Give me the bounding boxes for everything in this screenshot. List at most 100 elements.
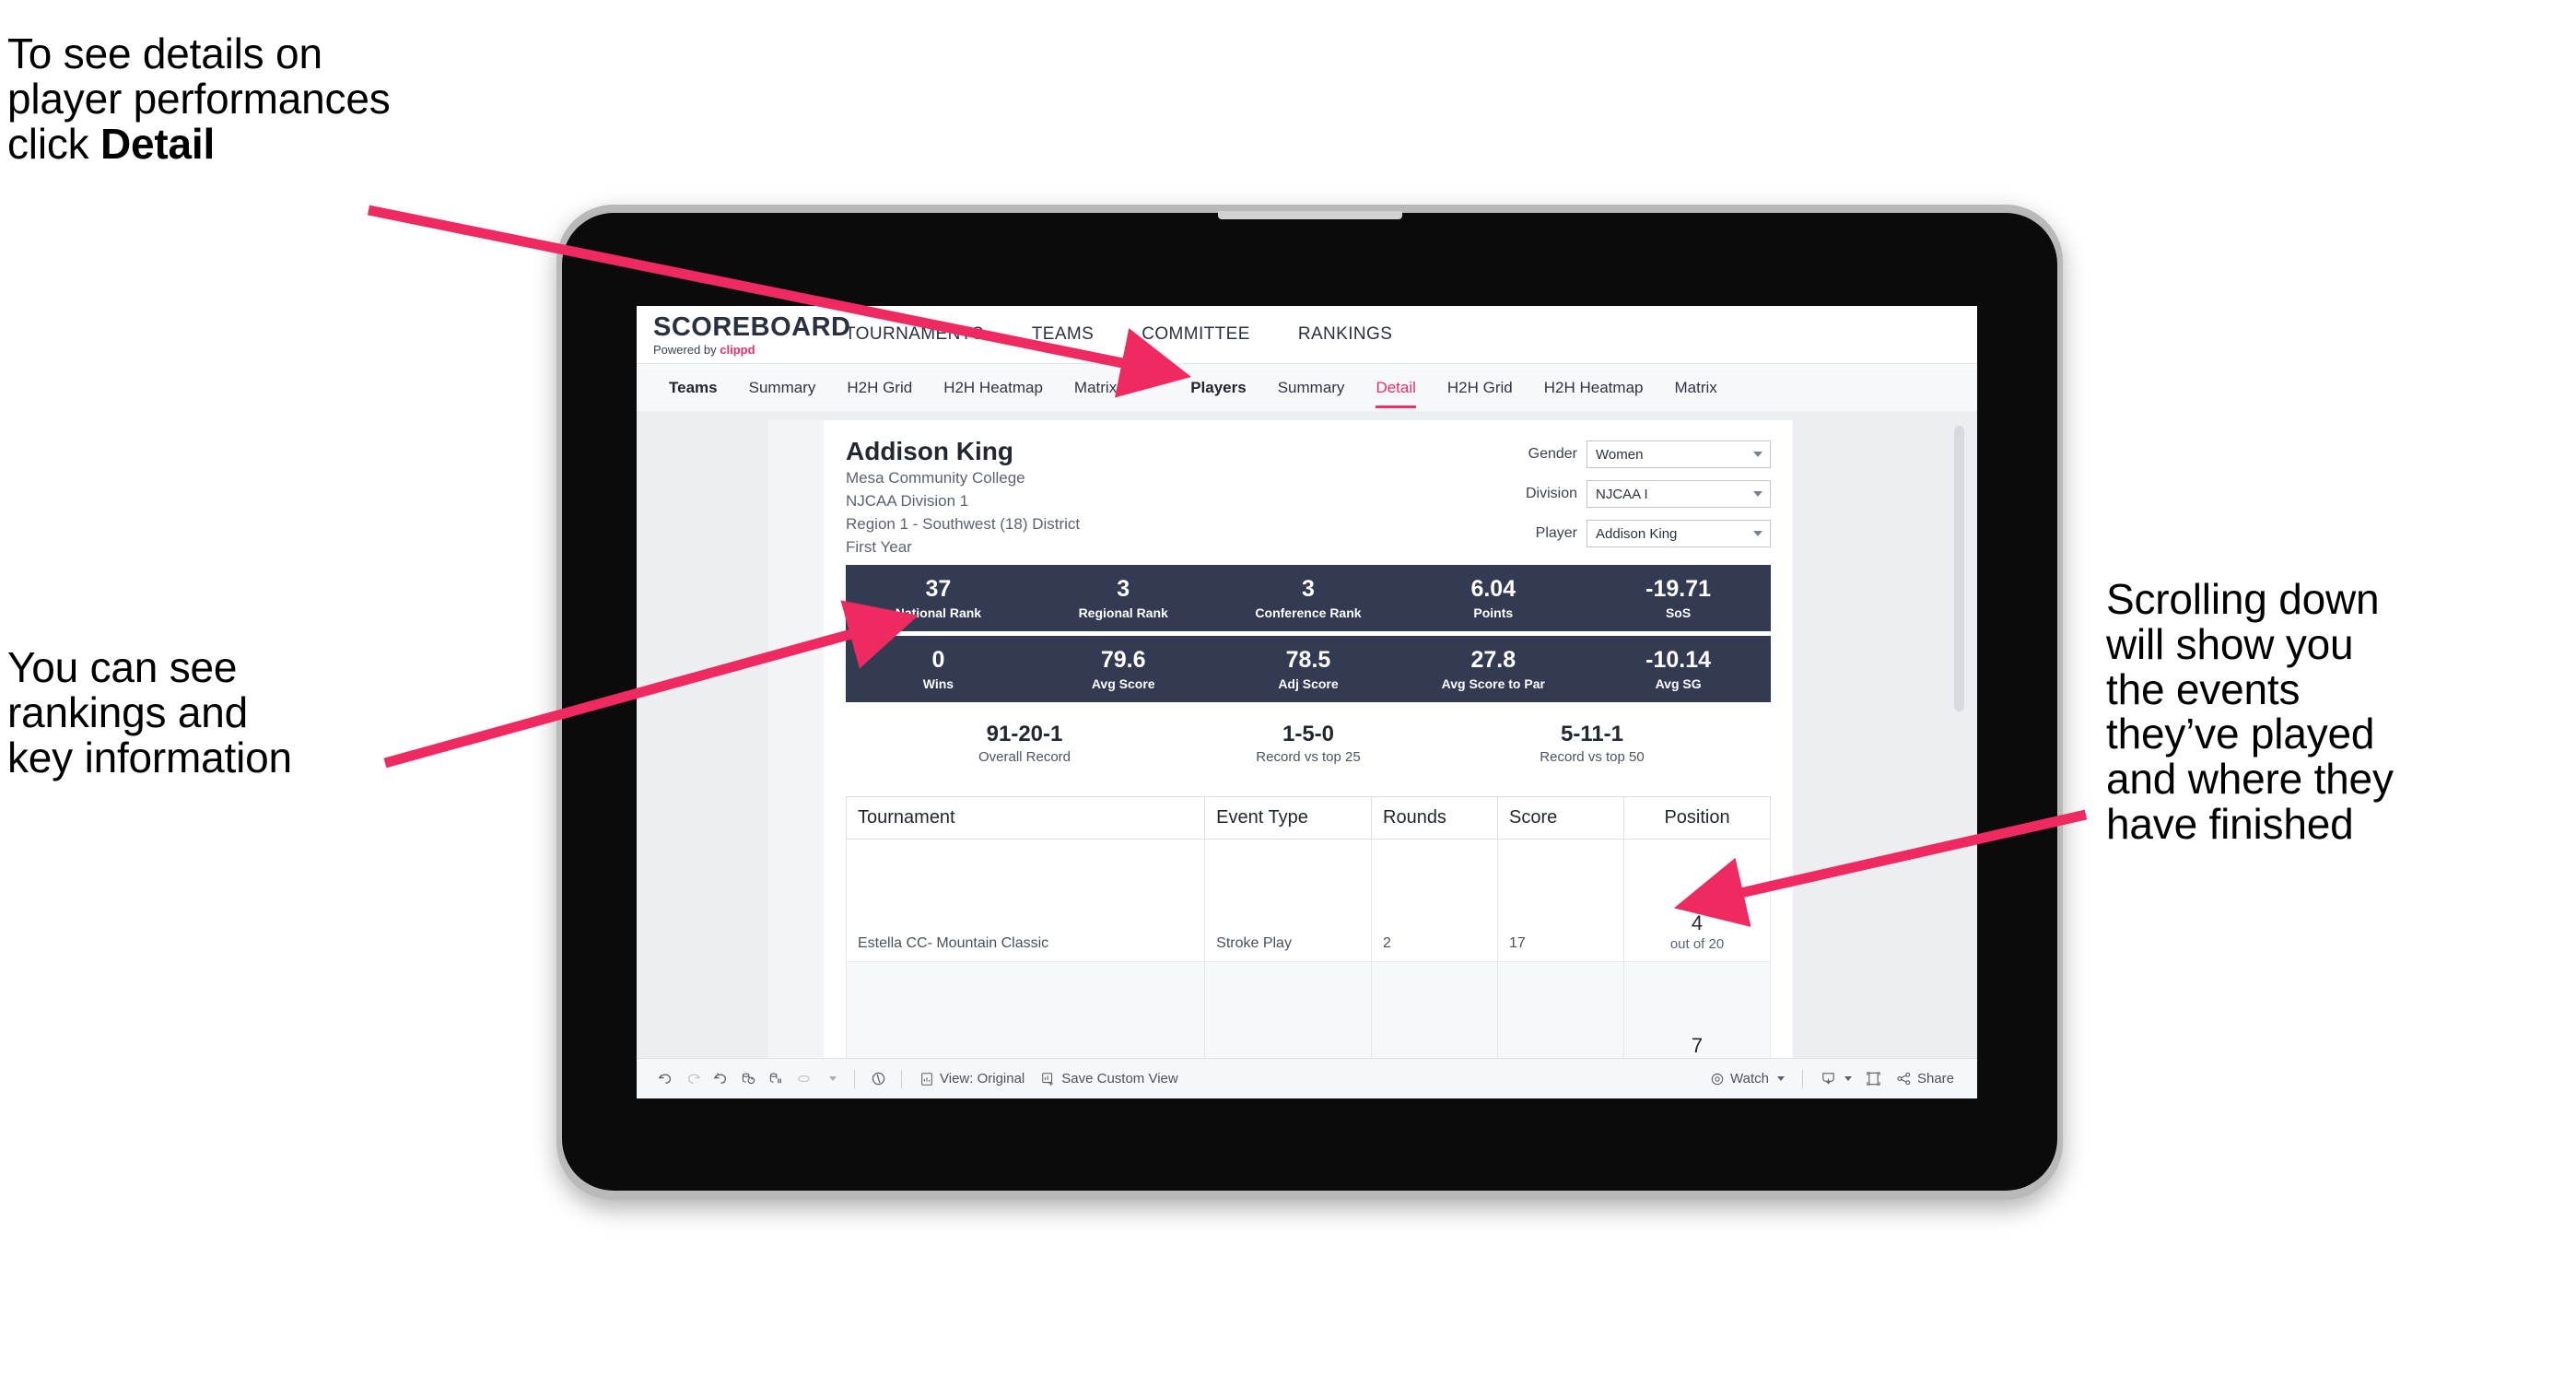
- watch-button[interactable]: Watch: [1702, 1071, 1793, 1086]
- stat-value: 78.5: [1285, 647, 1331, 674]
- table-row[interactable]: Lady Coyote Invite Stroke Play 2 16 7 ou…: [845, 961, 1771, 1058]
- device-layout-icon[interactable]: [1860, 1067, 1888, 1091]
- tab-players-h2h-heatmap[interactable]: H2H Heatmap: [1528, 364, 1659, 412]
- view-original-label: View: Original: [940, 1071, 1025, 1086]
- filter-player-label: Player: [1535, 525, 1577, 541]
- tab-players-detail[interactable]: Detail: [1360, 364, 1431, 412]
- stat-label: Points: [1473, 605, 1514, 620]
- player-detail-card: Addison King Mesa Community College NJCA…: [824, 420, 1793, 1058]
- undo-all-icon[interactable]: [790, 1067, 817, 1091]
- filter-gender: Gender Women: [1494, 440, 1771, 468]
- position-out-of: out of 20: [1669, 936, 1725, 953]
- tablet-screen: SCOREBOARD Powered by clippd TOURNAMENTS…: [637, 306, 1977, 1098]
- tab-bar: Teams Summary H2H Grid H2H Heatmap Matri…: [637, 364, 1977, 413]
- logo-brand-clippd: clippd: [720, 342, 755, 357]
- record-label: Record vs top 25: [1256, 749, 1361, 766]
- redo-icon[interactable]: [679, 1067, 707, 1091]
- vertical-scrollbar[interactable]: [1954, 426, 1964, 1047]
- stats-row-secondary: 0 Wins 79.6 Avg Score 78.5 Adj Score 27.…: [846, 636, 1771, 702]
- filter-gender-select[interactable]: Women: [1587, 440, 1771, 468]
- stat-label: Avg SG: [1655, 675, 1702, 691]
- download-button[interactable]: [1812, 1071, 1860, 1086]
- card-content: Addison King Mesa Community College NJCA…: [824, 420, 1793, 1058]
- stat-sos: -19.71 SoS: [1586, 577, 1771, 620]
- top-navigation: TOURNAMENTS TEAMS COMMITTEE RANKINGS: [821, 324, 1416, 345]
- tab-players-matrix[interactable]: Matrix: [1658, 364, 1732, 412]
- stat-avg-sg: -10.14 Avg SG: [1586, 648, 1771, 691]
- filter-player-select[interactable]: Addison King: [1587, 520, 1771, 547]
- annotation-top-left: To see details on player performances cl…: [7, 31, 615, 166]
- pause-auto-update-icon[interactable]: [762, 1067, 790, 1091]
- stat-national-rank: 37 National Rank: [846, 576, 1031, 620]
- scrollbar-thumb[interactable]: [1954, 426, 1964, 711]
- record-vs-top-50: 5-11-1 Record vs top 50: [1450, 722, 1734, 765]
- filter-player-value: Addison King: [1596, 525, 1678, 542]
- annotation-line: and where they: [2106, 755, 2394, 803]
- chevron-down-icon: [1753, 531, 1762, 536]
- topnav-item-committee[interactable]: COMMITTEE: [1118, 324, 1274, 345]
- player-division: NJCAA Division 1: [846, 492, 969, 511]
- app-logo[interactable]: SCOREBOARD Powered by clippd: [637, 313, 850, 357]
- cell-tournament: Estella CC- Mountain Classic: [845, 839, 1206, 963]
- column-header-rounds[interactable]: Rounds: [1370, 796, 1499, 840]
- tab-teams-matrix[interactable]: Matrix: [1059, 364, 1132, 412]
- view-original-button[interactable]: View: Original: [911, 1071, 1033, 1086]
- cell-tournament: Lady Coyote Invite: [845, 961, 1206, 1058]
- cell-score: 17: [1497, 839, 1625, 963]
- record-label: Overall Record: [978, 749, 1071, 766]
- filter-gender-value: Women: [1596, 446, 1644, 463]
- column-header-score[interactable]: Score: [1497, 796, 1625, 840]
- pause-icon[interactable]: [864, 1067, 892, 1091]
- topnav-item-tournaments[interactable]: TOURNAMENTS: [821, 324, 1008, 345]
- stat-adj-score: 78.5 Adj Score: [1216, 647, 1401, 691]
- stat-label: SoS: [1665, 605, 1692, 620]
- toolbar-divider: [854, 1069, 855, 1088]
- stat-value: 3: [1117, 576, 1130, 603]
- column-header-event-type[interactable]: Event Type: [1204, 796, 1372, 840]
- filter-division-label: Division: [1525, 486, 1577, 501]
- tab-teams-summary[interactable]: Summary: [733, 364, 832, 412]
- table-row[interactable]: Estella CC- Mountain Classic Stroke Play…: [845, 839, 1771, 963]
- tab-group-players: Players Summary Detail H2H Grid H2H Heat…: [1175, 364, 1733, 412]
- cell-score: 16: [1497, 961, 1625, 1058]
- share-button[interactable]: Share: [1888, 1071, 1962, 1086]
- annotation-text: click: [7, 119, 101, 168]
- revert-icon[interactable]: [707, 1067, 734, 1091]
- viz-sheet: Addison King Mesa Community College NJCA…: [768, 420, 1793, 1058]
- stat-value: 3: [1302, 576, 1315, 603]
- stat-value: 79.6: [1100, 647, 1146, 674]
- player-school: Mesa Community College: [846, 469, 1025, 487]
- topnav-item-teams[interactable]: TEAMS: [1008, 324, 1118, 345]
- stat-avg-score: 79.6 Avg Score: [1031, 647, 1216, 690]
- chevron-down-icon[interactable]: [817, 1067, 845, 1091]
- annotation-line: Scrolling down: [2106, 575, 2380, 623]
- column-header-tournament[interactable]: Tournament: [845, 796, 1206, 840]
- record-value: 1-5-0: [1282, 722, 1335, 746]
- tab-teams-h2h-heatmap[interactable]: H2H Heatmap: [928, 364, 1059, 412]
- chevron-down-icon: [1753, 491, 1762, 497]
- stat-avg-score-to-par: 27.8 Avg Score to Par: [1400, 647, 1586, 690]
- tab-teams-h2h-grid[interactable]: H2H Grid: [831, 364, 928, 412]
- tab-group-teams: Teams Summary H2H Grid H2H Heatmap Matri…: [637, 364, 1132, 412]
- cell-event-type: Stroke Play: [1204, 961, 1372, 1058]
- annotation-line: they’ve played: [2106, 710, 2375, 758]
- save-custom-view-button[interactable]: Save Custom View: [1033, 1071, 1186, 1086]
- stat-label: National Rank: [895, 605, 982, 620]
- annotation-line: the events: [2106, 664, 2301, 713]
- cell-rounds: 2: [1370, 961, 1499, 1058]
- topnav-item-rankings[interactable]: RANKINGS: [1274, 324, 1416, 345]
- column-header-position[interactable]: Position: [1623, 796, 1771, 840]
- stat-value: 27.8: [1470, 647, 1516, 674]
- filter-division-select[interactable]: NJCAA I: [1587, 480, 1771, 508]
- stat-label: Wins: [922, 675, 954, 691]
- stat-label: Adj Score: [1278, 675, 1339, 691]
- undo-icon[interactable]: [651, 1067, 679, 1091]
- app-header: SCOREBOARD Powered by clippd TOURNAMENTS…: [637, 306, 1977, 364]
- tab-players-h2h-grid[interactable]: H2H Grid: [1432, 364, 1528, 412]
- table-header-row: Tournament Event Type Rounds Score Posit…: [845, 796, 1771, 840]
- stats-row-primary: 37 National Rank 3 Regional Rank 3 Confe…: [846, 565, 1771, 631]
- stat-value: 37: [925, 576, 952, 603]
- refresh-data-icon[interactable]: [734, 1067, 762, 1091]
- tab-players-summary[interactable]: Summary: [1262, 364, 1361, 412]
- tab-group-label-teams: Teams: [669, 379, 718, 396]
